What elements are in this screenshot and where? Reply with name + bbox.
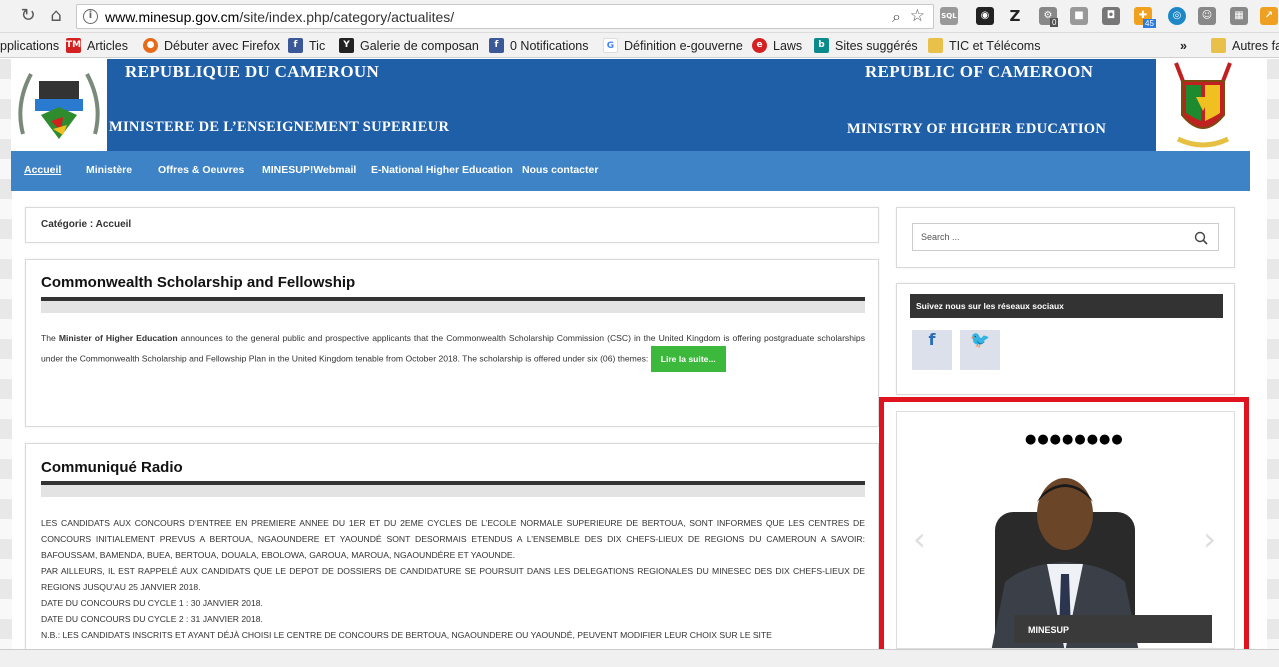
bookmark-laws[interactable]: e Laws bbox=[752, 37, 802, 54]
url-text: www.minesup.gov.cm/site/index.php/catego… bbox=[105, 9, 455, 25]
grid-extension-icon[interactable]: ▦ bbox=[1230, 7, 1248, 25]
search-icon[interactable] bbox=[1194, 231, 1208, 245]
post-commonwealth: Commonwealth Scholarship and Fellowship … bbox=[25, 259, 879, 427]
extension-badge: 45 bbox=[1143, 19, 1156, 28]
bookmark-apps[interactable]: pplications bbox=[0, 37, 59, 54]
breadcrumb-box: Catégorie : Accueil bbox=[25, 207, 879, 243]
menu-item-ministere[interactable]: Ministère bbox=[86, 164, 132, 176]
menu-item-offres[interactable]: Offres & Oeuvres bbox=[158, 164, 244, 176]
extension-badge: 0 bbox=[1050, 18, 1059, 27]
zoom-icon[interactable]: ⌕ bbox=[892, 7, 901, 27]
browser-toolbar: ↻ ⌂ i www.minesup.gov.cm/site/index.php/… bbox=[0, 0, 1279, 33]
menu-item-contact[interactable]: Nous contacter bbox=[522, 164, 598, 176]
search-widget: Search ... bbox=[896, 207, 1235, 268]
title-rule-shade bbox=[41, 485, 865, 497]
joomla-icon: Y bbox=[339, 38, 354, 53]
google-icon: G bbox=[603, 38, 618, 53]
bookmark-definition[interactable]: G Définition e-gouverne bbox=[603, 37, 743, 54]
search-input[interactable]: Search ... bbox=[912, 223, 1219, 251]
bookmark-articles[interactable]: TM Articles bbox=[66, 37, 128, 54]
post-title[interactable]: Communiqué Radio bbox=[41, 459, 183, 476]
facebook-icon: f bbox=[489, 38, 504, 53]
tm-icon: TM bbox=[66, 38, 81, 53]
cameroon-coat-of-arms bbox=[1156, 59, 1250, 151]
post-body: LES CANDIDATS AUX CONCOURS D’ENTREE EN P… bbox=[41, 518, 865, 640]
folder-icon bbox=[928, 38, 943, 53]
web-page: REPUBLIQUE DU CAMEROUN MINISTERE DE L’EN… bbox=[0, 59, 1279, 667]
address-bar[interactable]: i www.minesup.gov.cm/site/index.php/cate… bbox=[76, 4, 934, 29]
title-rule-shade bbox=[41, 301, 865, 313]
social-heading: Suivez nous sur les réseaux sociaux bbox=[910, 294, 1223, 318]
main-menu: Accueil Ministère Offres & Oeuvres MINES… bbox=[11, 151, 1250, 191]
zotero-extension-icon[interactable]: Z bbox=[1006, 7, 1024, 25]
bookmark-autres-favoris[interactable]: Autres fa bbox=[1211, 37, 1279, 54]
compass-extension-icon[interactable]: ◎ bbox=[1168, 7, 1186, 25]
highlight-frame bbox=[879, 397, 1249, 658]
folder-icon bbox=[1211, 38, 1226, 53]
menu-item-e-national[interactable]: E-National Higher Education bbox=[371, 164, 513, 176]
menu-item-webmail[interactable]: MINESUP!Webmail bbox=[262, 164, 356, 176]
background-pattern bbox=[1267, 59, 1279, 667]
banner-title-en: REPUBLIC OF CAMEROON bbox=[865, 62, 1094, 81]
bookmarks-bar: pplications TM Articles ● Débuter avec Fir… bbox=[0, 33, 1279, 58]
banner-title-fr: REPUBLIQUE DU CAMEROUN bbox=[125, 62, 380, 81]
camera-extension-icon[interactable]: ◘ bbox=[1102, 7, 1120, 25]
cube-extension-icon[interactable]: ■ bbox=[1070, 7, 1088, 25]
minesup-logo[interactable] bbox=[11, 59, 107, 151]
bookmarks-overflow[interactable]: » bbox=[1180, 37, 1187, 54]
social-widget: Suivez nous sur les réseaux sociaux f 🐦 bbox=[896, 283, 1235, 395]
twitter-icon[interactable]: 🐦 bbox=[960, 330, 1000, 370]
chart-extension-icon[interactable]: ↗ bbox=[1260, 7, 1278, 25]
owl-extension-icon[interactable]: ◉ bbox=[976, 7, 994, 25]
sql-extension-icon[interactable]: SQL bbox=[940, 7, 958, 25]
menu-item-accueil[interactable]: Accueil bbox=[24, 164, 61, 176]
bookmark-notifications[interactable]: f0 Notifications bbox=[489, 37, 589, 54]
post-excerpt: The Minister of Higher Education announc… bbox=[41, 330, 865, 372]
bookmark-galerie[interactable]: Y Galerie de composan bbox=[339, 37, 479, 54]
browser-status-bar bbox=[0, 649, 1279, 667]
firefox-icon: ● bbox=[143, 38, 158, 53]
reload-icon[interactable]: ↻ bbox=[18, 6, 38, 26]
banner-ministry-en: MINISTRY OF HIGHER EDUCATION bbox=[847, 121, 1107, 137]
read-more-button[interactable]: Lire la suite... bbox=[650, 346, 726, 372]
site-info-icon[interactable]: i bbox=[83, 9, 98, 24]
site-banner: REPUBLIQUE DU CAMEROUN MINISTERE DE L’EN… bbox=[11, 59, 1250, 151]
bookmark-tic-telecoms[interactable]: TIC et Télécoms bbox=[928, 37, 1040, 54]
breadcrumb: Catégorie : Accueil bbox=[41, 219, 132, 230]
post-communique-radio: Communiqué Radio LES CANDIDATS AUX CONCO… bbox=[25, 443, 879, 667]
post-title[interactable]: Commonwealth Scholarship and Fellowship bbox=[41, 274, 355, 291]
facebook-icon: f bbox=[288, 38, 303, 53]
bookmark-sites-suggeres[interactable]: b Sites suggérés bbox=[814, 37, 918, 54]
bookmark-firefox[interactable]: ● Débuter avec Firefox bbox=[143, 37, 280, 54]
facebook-icon[interactable]: f bbox=[912, 330, 952, 370]
bookmark-tic[interactable]: f Tic bbox=[288, 37, 325, 54]
bookmark-star-icon[interactable]: ☆ bbox=[910, 6, 925, 26]
e-icon: e bbox=[752, 38, 767, 53]
bing-icon: b bbox=[814, 38, 829, 53]
contacts-extension-icon[interactable]: ☺ bbox=[1198, 7, 1216, 25]
banner-ministry-fr: MINISTERE DE L’ENSEIGNEMENT SUPERIEUR bbox=[109, 119, 450, 135]
home-icon[interactable]: ⌂ bbox=[46, 6, 66, 26]
